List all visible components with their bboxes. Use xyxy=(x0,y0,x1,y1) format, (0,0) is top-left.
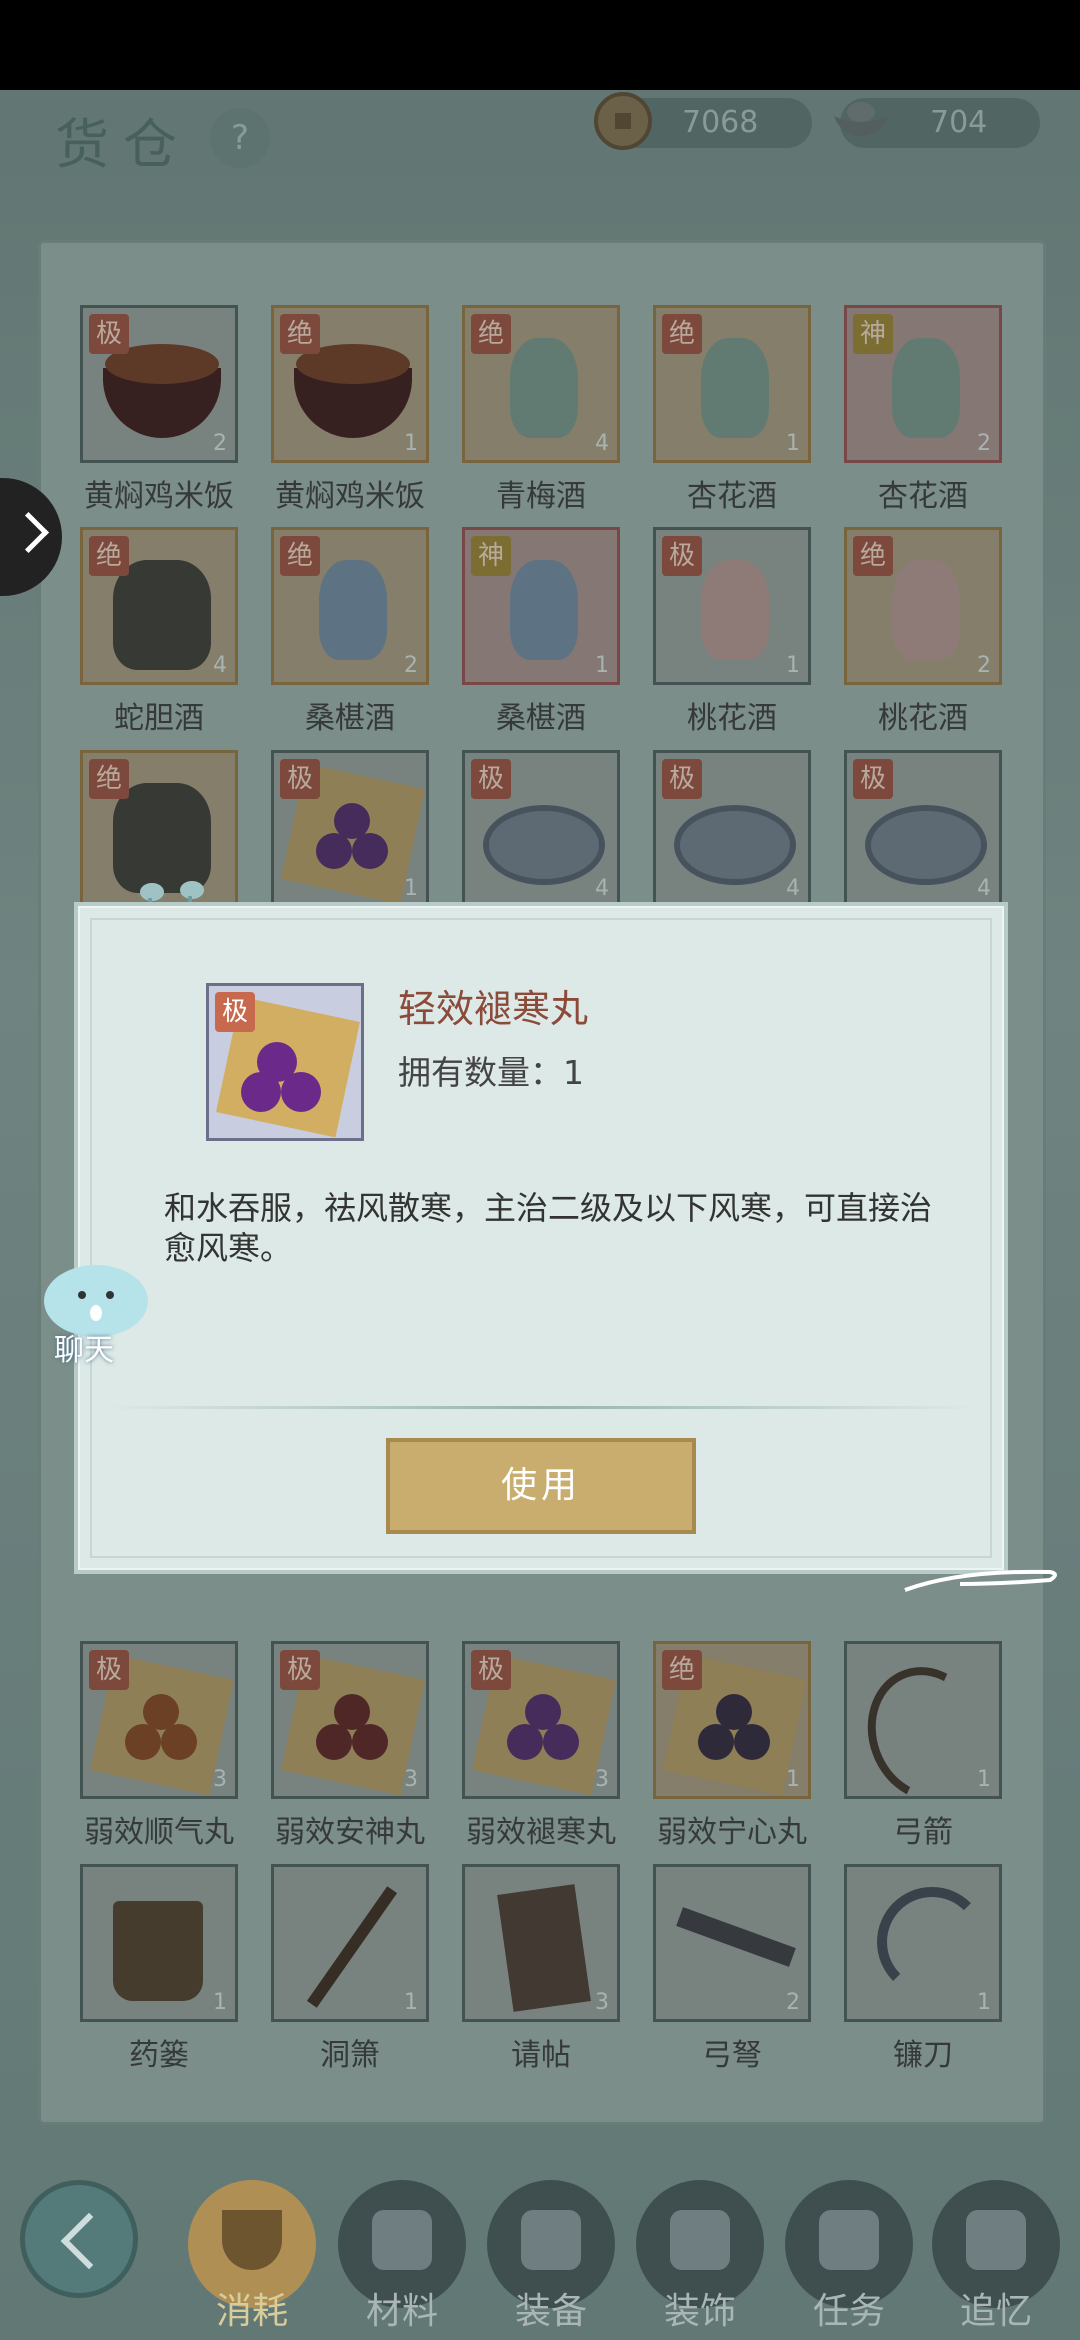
bottom-navigation: 消耗 材料 装备 装饰 任务 追忆 xyxy=(0,2150,1080,2340)
tab-icon xyxy=(819,2210,879,2270)
use-button[interactable]: 使用 xyxy=(386,1438,696,1534)
dialog-item-count: 拥有数量：1 xyxy=(398,1053,584,1092)
tab-label: 装饰 xyxy=(663,2291,736,2332)
dialog-item-name: 轻效褪寒丸 xyxy=(398,987,589,1031)
tab-decoration[interactable]: 装饰 xyxy=(636,2180,764,2340)
tab-icon xyxy=(966,2210,1026,2270)
tab-icon xyxy=(372,2210,432,2270)
pill-icon xyxy=(281,1072,321,1112)
item-detail-dialog: 极 轻效褪寒丸 拥有数量：1 和水吞服，祛风散寒，主治二级及以下风寒，可直接治愈… xyxy=(74,902,1008,1574)
swirl-decoration xyxy=(904,1569,1057,1592)
dialog-divider xyxy=(108,1406,974,1409)
grade-badge: 极 xyxy=(215,992,255,1032)
tab-tasks[interactable]: 任务 xyxy=(785,2180,913,2340)
dialog-item-image: 极 xyxy=(206,983,364,1141)
tab-label: 任务 xyxy=(812,2291,885,2332)
tab-label: 追忆 xyxy=(959,2291,1032,2332)
tab-materials[interactable]: 材料 xyxy=(338,2180,466,2340)
pill-icon xyxy=(241,1072,281,1112)
tab-label: 装备 xyxy=(514,2291,587,2332)
tab-icon xyxy=(521,2210,581,2270)
back-button[interactable] xyxy=(20,2180,138,2298)
dialog-item-description: 和水吞服，祛风散寒，主治二级及以下风寒，可直接治愈风寒。 xyxy=(164,1189,933,1267)
tab-consumables[interactable]: 消耗 xyxy=(188,2180,316,2340)
tab-label: 材料 xyxy=(365,2291,438,2332)
tab-label: 消耗 xyxy=(215,2291,288,2332)
chat-label: 聊天 xyxy=(54,1333,114,1368)
tab-icon xyxy=(222,2210,282,2270)
tab-memories[interactable]: 追忆 xyxy=(932,2180,1060,2340)
tab-equipment[interactable]: 装备 xyxy=(487,2180,615,2340)
tab-icon xyxy=(670,2210,730,2270)
status-bar xyxy=(0,0,1080,90)
